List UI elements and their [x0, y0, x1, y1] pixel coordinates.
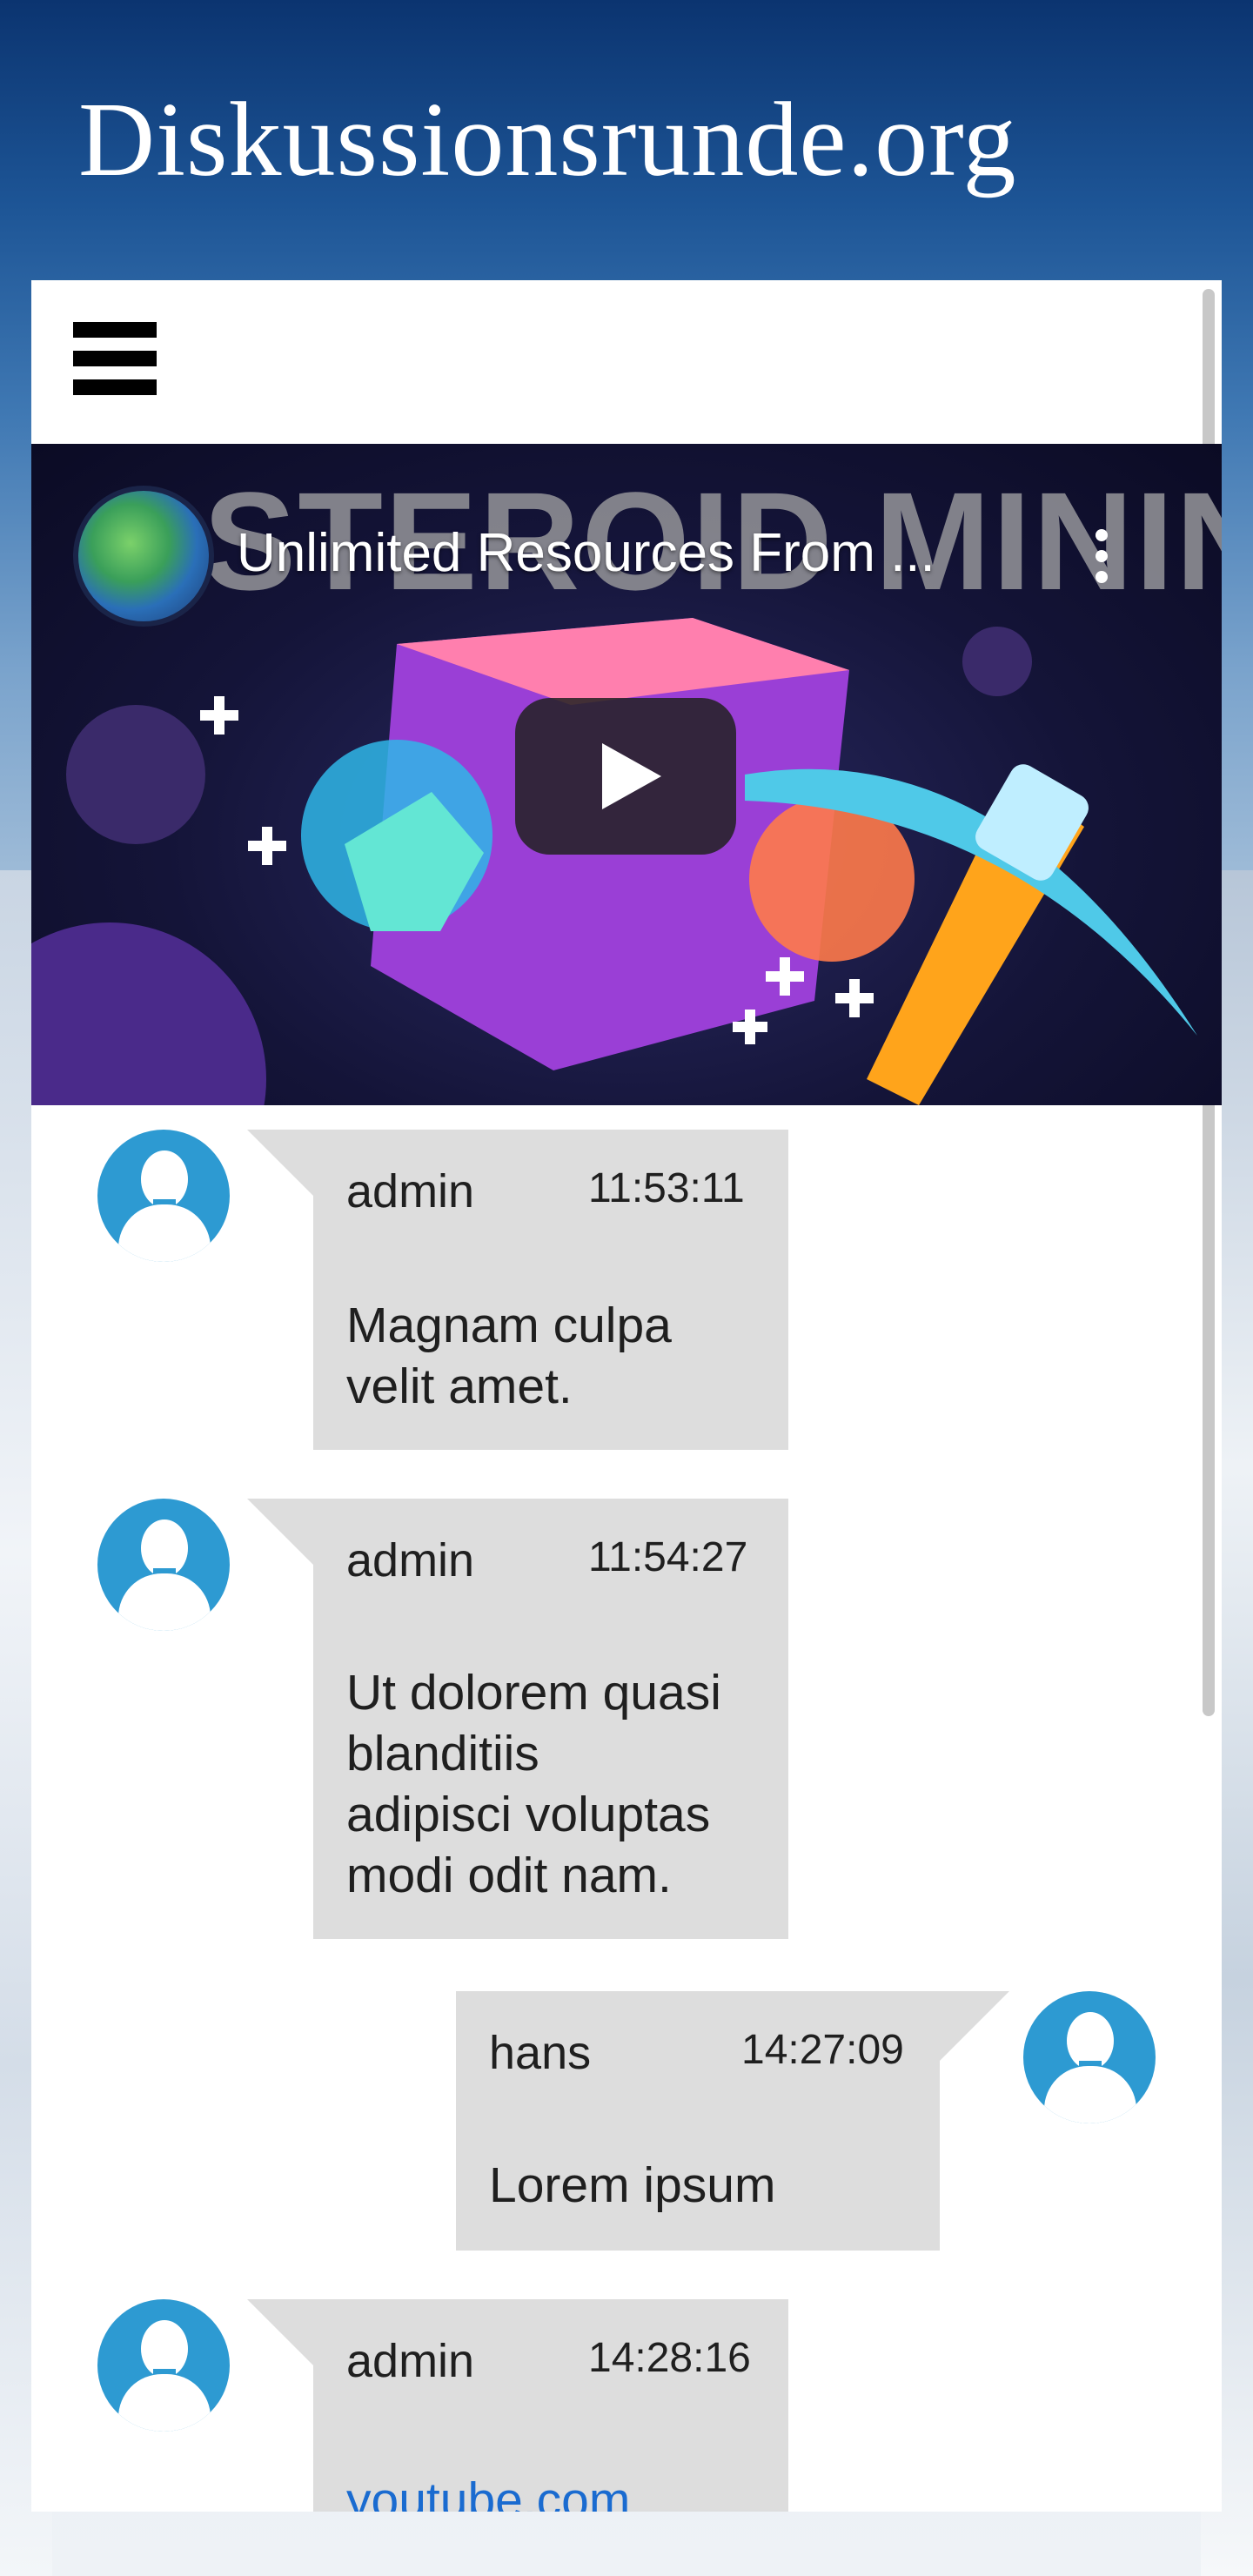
message-bubble: admin 14:28:16 youtube.com: [313, 2299, 788, 2512]
site-title[interactable]: Diskussionsrunde.org: [78, 87, 1017, 193]
message-author: admin: [346, 1534, 475, 1587]
message-author: hans: [489, 2027, 592, 2079]
message-bubble: admin 11:54:27 Ut dolorem quasi blanditi…: [313, 1499, 788, 1939]
message-time: 11:53:11: [588, 1165, 745, 1211]
more-vert-icon[interactable]: [1093, 529, 1110, 590]
channel-avatar-icon[interactable]: [73, 486, 214, 627]
hamburger-menu-icon[interactable]: [73, 322, 157, 402]
message-link[interactable]: youtube.com: [346, 2472, 630, 2512]
message-time: 14:28:16: [588, 2335, 751, 2381]
play-button[interactable]: [515, 698, 736, 855]
bubble-tail: [247, 1499, 317, 1568]
bubble-tail: [247, 1130, 317, 1199]
message-text: youtube.com: [346, 2470, 630, 2512]
chat-panel: ASTEROID MINING Unlimited Resources From…: [31, 280, 1222, 2512]
message-bubble: hans 14:27:09 Lorem ipsum: [456, 1991, 940, 2251]
user-avatar-icon[interactable]: [97, 1130, 230, 1262]
bubble-tail: [940, 1991, 1009, 2061]
user-avatar-icon[interactable]: [97, 1499, 230, 1631]
message-author: admin: [346, 2335, 475, 2387]
message-text: Ut dolorem quasi blanditiis adipisci vol…: [346, 1665, 721, 1903]
message-text: Lorem ipsum: [489, 2157, 776, 2213]
embedded-video[interactable]: ASTEROID MINING Unlimited Resources From…: [31, 444, 1222, 1105]
message-author: admin: [346, 1165, 475, 1218]
video-title[interactable]: Unlimited Resources From ...: [237, 522, 935, 584]
user-avatar-icon[interactable]: [97, 2299, 230, 2432]
bubble-tail: [247, 2299, 317, 2369]
message-time: 11:54:27: [588, 1534, 748, 1580]
message-bubble: admin 11:53:11 Magnam culpa velit amet.: [313, 1130, 788, 1450]
user-avatar-icon[interactable]: [1023, 1991, 1156, 2123]
message-time: 14:27:09: [741, 2027, 904, 2073]
message-text: Magnam culpa velit amet.: [346, 1298, 672, 1414]
